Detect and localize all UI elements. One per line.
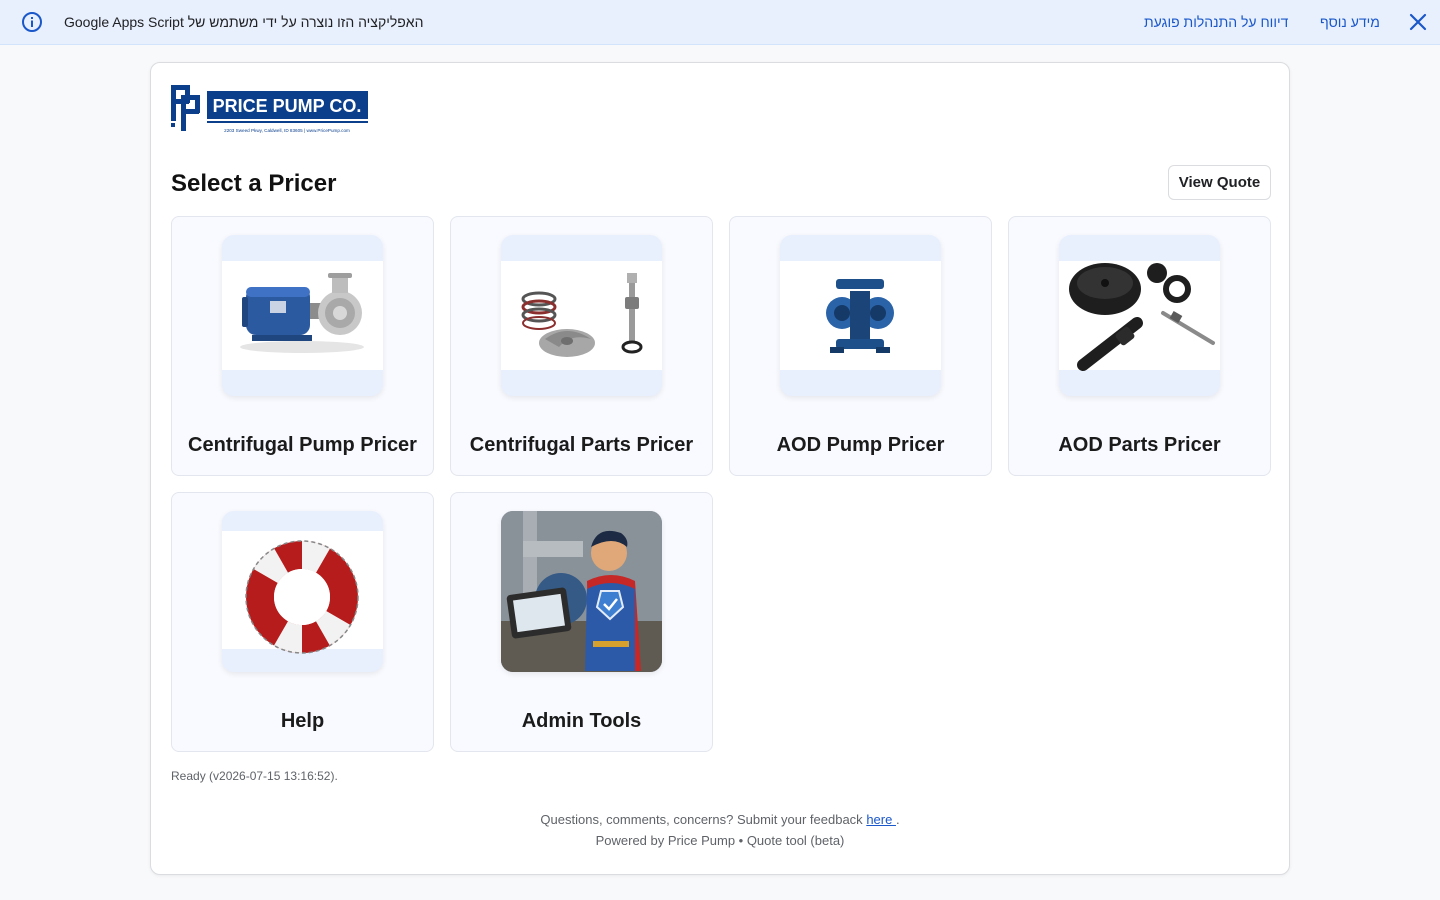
report-abuse-link[interactable]: דיווח על התנהלות פוגעת [1144,14,1288,30]
info-icon [22,12,42,32]
aod-pump-icon [826,279,894,353]
learn-more-link[interactable]: מידע נוסף [1320,14,1380,30]
status-text: Ready (v2026-07-15 13:16:52). [171,769,338,783]
tile-label: Help [280,710,325,732]
close-icon[interactable] [1408,12,1428,32]
view-quote-button[interactable]: View Quote [1168,165,1271,200]
tile-thumbnail [1059,235,1220,396]
feedback-suffix: . [895,812,900,827]
tile-aod-parts-pricer[interactable]: AOD Parts Pricer [1008,216,1271,476]
tile-centrifugal-parts-pricer[interactable]: Centrifugal Parts Pricer [450,216,713,476]
feedback-prefix: Questions, comments, concerns? Submit yo… [540,812,867,827]
life-ring-icon [245,540,359,654]
tile-admin-tools[interactable]: Admin Tools [450,492,713,752]
tile-label: AOD Parts Pricer [1058,434,1221,456]
feedback-line: Questions, comments, concerns? Submit yo… [151,812,1289,827]
admin-hero-icon [501,511,662,672]
tile-aod-pump-pricer[interactable]: AOD Pump Pricer [729,216,992,476]
main-card: PRICE PUMP CO. 2203 Sweed Pkwy, Caldwell… [150,62,1290,875]
tile-label: AOD Pump Pricer [776,434,945,456]
tile-thumbnail [222,511,383,672]
feedback-link[interactable]: here [866,812,896,827]
tile-label: Admin Tools [521,710,642,732]
tile-centrifugal-pump-pricer[interactable]: Centrifugal Pump Pricer [171,216,434,476]
page-title: Select a Pricer [171,170,337,197]
tile-thumbnail [501,235,662,396]
price-pump-logo: PRICE PUMP CO. 2203 Sweed Pkwy, Caldwell… [171,85,368,133]
tile-thumbnail [501,511,662,672]
tile-label: Centrifugal Parts Pricer [469,434,694,456]
tile-help[interactable]: Help [171,492,434,752]
powered-by: Powered by Price Pump • Quote tool (beta… [595,833,845,848]
tile-thumbnail [222,235,383,396]
pump-parts-icon [521,273,643,357]
tile-label: Centrifugal Pump Pricer [188,434,417,456]
logo-name: PRICE PUMP CO. [213,96,362,116]
centrifugal-pump-icon [240,273,364,353]
banner-message: האפליקציה הזו נוצרה על ידי משתמש של Goog… [64,14,424,30]
tile-thumbnail [780,235,941,396]
logo-address: 2203 Sweed Pkwy, Caldwell, ID 83605 | ww… [224,128,350,133]
aod-parts-icon [1069,263,1215,371]
apps-script-banner: האפליקציה הזו נוצרה על ידי משתמש של Goog… [0,0,1440,45]
